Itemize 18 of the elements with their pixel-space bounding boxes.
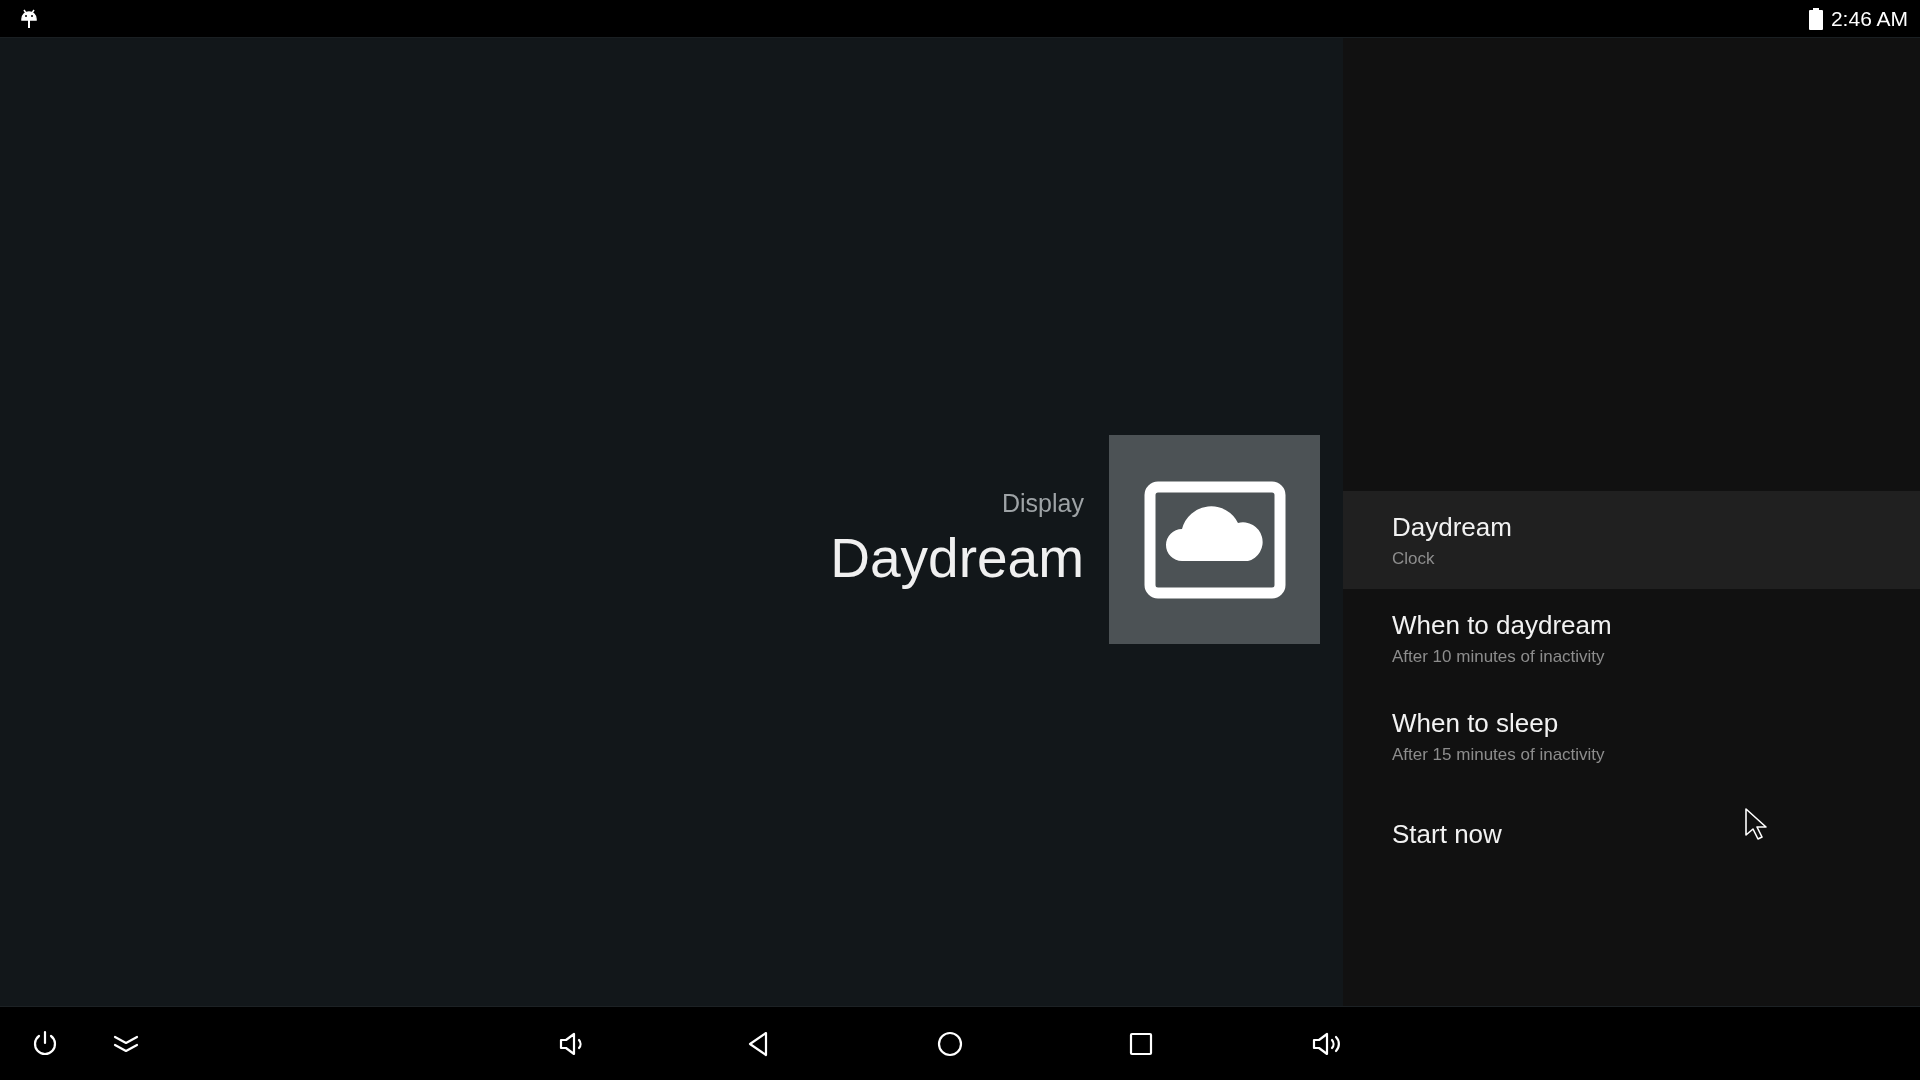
breadcrumb: Display	[1002, 489, 1084, 518]
daydream-cloud-icon	[1109, 435, 1320, 644]
clock-time: 2:46 AM	[1830, 6, 1908, 31]
setting-title: Start now	[1392, 818, 1502, 850]
settings-item[interactable]: Daydream Clock	[1343, 491, 1920, 589]
setting-summary: After 10 minutes of inactivity	[1392, 646, 1605, 667]
setting-summary: Clock	[1392, 548, 1435, 569]
setting-summary: After 15 minutes of inactivity	[1392, 744, 1605, 765]
mouse-pointer-icon	[1744, 807, 1768, 841]
page-title: Daydream	[830, 526, 1084, 590]
setting-title: When to sleep	[1392, 707, 1559, 739]
settings-item[interactable]: When to daydream After 10 minutes of inactivity	[1343, 589, 1920, 687]
setting-title: Daydream	[1392, 511, 1512, 543]
settings-item[interactable]: When to sleep After 15 minutes of inactivity	[1343, 687, 1920, 785]
settings-item[interactable]: Start now	[1343, 785, 1920, 883]
setting-title: When to daydream	[1392, 609, 1612, 641]
android-icon	[20, 7, 38, 30]
battery-icon	[1808, 7, 1823, 30]
